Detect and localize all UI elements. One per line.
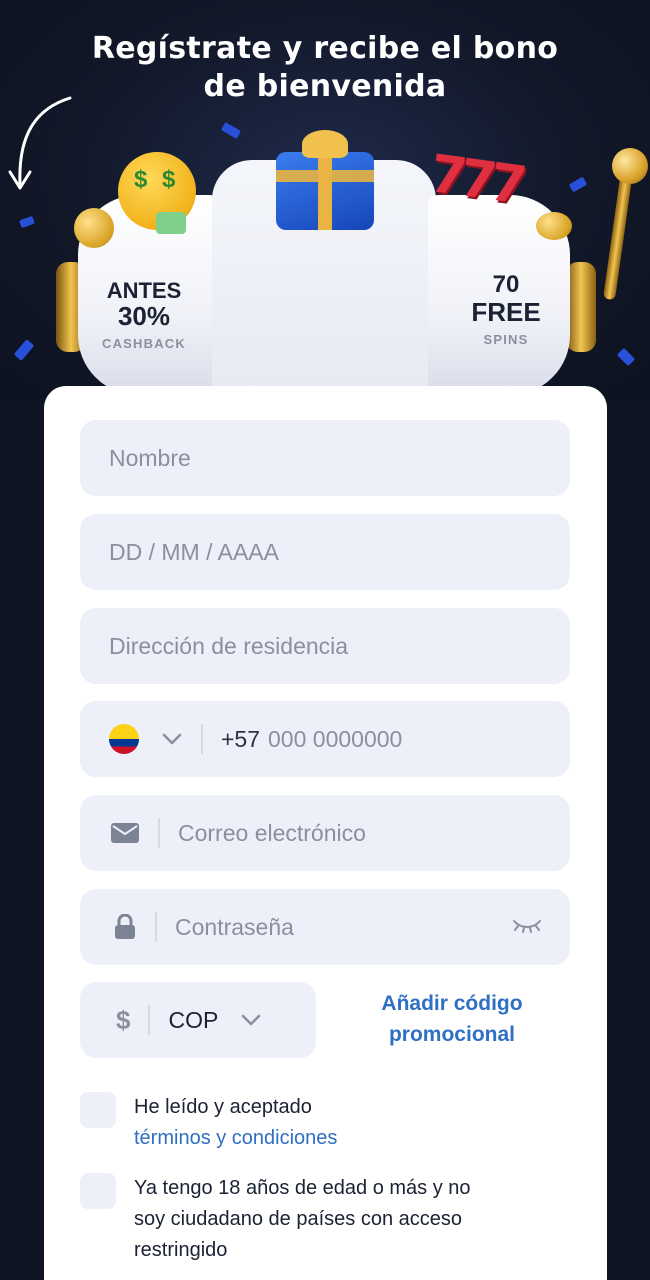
birthdate-field[interactable]: DD / MM / AAAA [80,514,570,590]
name-placeholder: Nombre [109,444,191,471]
offer-value: 70 [492,271,520,298]
mail-icon [111,823,139,843]
confetti-decoration [220,122,242,139]
curved-arrow-icon [8,96,72,190]
currency-select[interactable]: $ COP [80,982,316,1058]
offer-label: CASHBACK [102,336,186,351]
chevron-down-icon[interactable] [240,1013,262,1027]
password-placeholder: Contraseña [175,913,294,940]
terms-checkbox[interactable] [80,1092,116,1128]
terms-label: He leído y aceptado términos y condicion… [134,1092,504,1154]
add-promo-code-link[interactable]: Añadir código promocional [352,988,552,1050]
phone-country-code: +57 [221,725,261,752]
money-face-emoji-icon: $ $ [118,152,196,234]
free-spins-offer: 70 FREE SPINS [450,271,562,348]
age-checkbox[interactable] [80,1173,116,1209]
cashback-offer: ANTES 30% CASHBACK [88,278,200,352]
slot-lever [603,169,633,301]
field-divider [201,724,203,754]
age-label: Ya tengo 18 años de edad o más y no soy … [134,1177,471,1261]
coin-icon [74,208,114,248]
offer-prefix: ANTES [106,278,182,303]
birthdate-placeholder: DD / MM / AAAA [109,538,279,565]
address-field[interactable]: Dirección de residencia [80,608,570,684]
lock-icon [115,914,135,939]
coin-icon [536,212,572,240]
terms-row: He leído y aceptado términos y condicion… [80,1092,504,1154]
field-divider [148,1005,151,1035]
registration-form: Nombre DD / MM / AAAA Dirección de resid… [44,386,607,1280]
lucky-sevens-icon: 777 [426,143,525,217]
promo-line-1: Añadir código [381,992,523,1015]
field-divider [158,818,160,848]
confetti-decoration [616,347,636,367]
slot-lever-knob [612,148,648,184]
offer-value-unit: FREE [471,297,541,327]
gift-box-icon [272,130,378,230]
title-line-2: de bienvenida [203,69,447,104]
confetti-decoration [568,176,588,193]
offer-label: SPINS [483,332,529,347]
name-field[interactable]: Nombre [80,420,570,496]
offer-value: 30% [117,301,171,331]
chevron-down-icon[interactable] [161,732,183,746]
eye-closed-icon[interactable] [512,917,542,933]
age-row: Ya tengo 18 años de edad o más y no soy … [80,1173,504,1266]
email-field[interactable]: Correo electrónico [80,795,570,871]
promo-hero: Regístrate y recibe el bono de bienvenid… [0,0,650,400]
promo-line-2: promocional [388,1023,515,1046]
dollar-icon: $ [116,1004,131,1035]
colombia-flag-icon[interactable] [109,724,139,754]
confetti-decoration [19,215,35,229]
field-divider [155,912,157,942]
phone-field[interactable]: +57 000 0000000 [80,701,570,777]
email-placeholder: Correo electrónico [178,819,366,846]
slot-side-knob [566,262,596,352]
title-line-1: Regístrate y recibe el bono [91,31,559,66]
terms-link[interactable]: términos y condiciones [134,1123,504,1154]
confetti-decoration [13,339,35,361]
terms-text: He leído y aceptado [134,1096,312,1118]
phone-placeholder: 000 0000000 [268,725,403,752]
address-placeholder: Dirección de residencia [109,632,349,659]
password-field[interactable]: Contraseña [80,889,570,965]
page-title: Regístrate y recibe el bono de bienvenid… [0,30,650,106]
currency-value: COP [168,1006,219,1033]
